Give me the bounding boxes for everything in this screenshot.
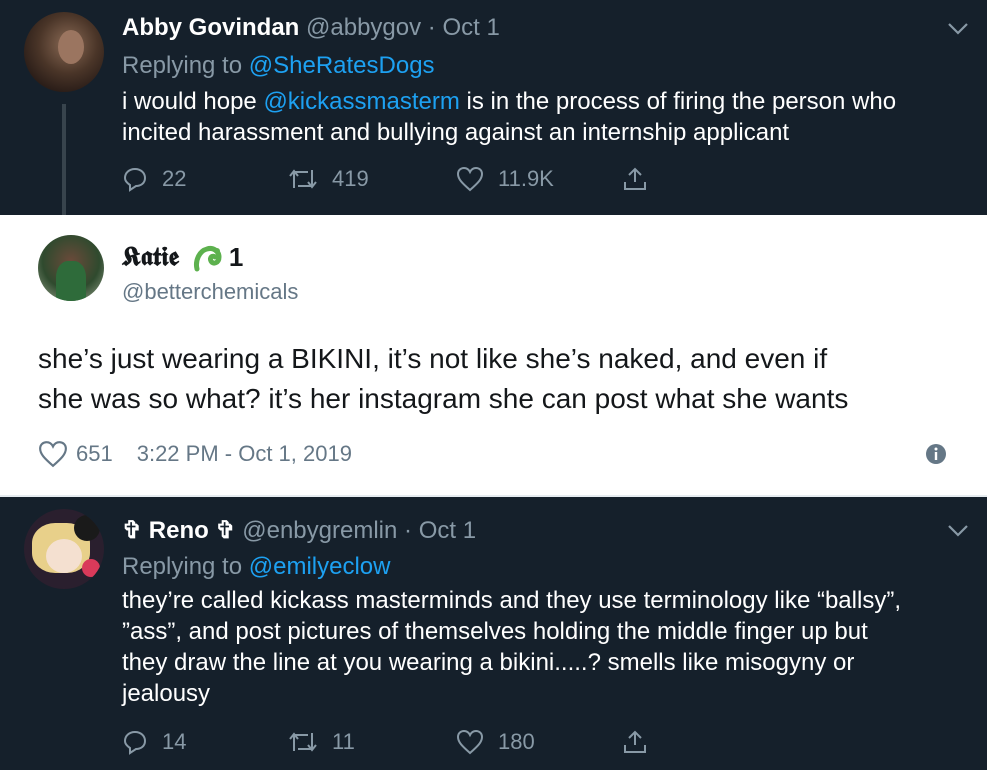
- body-mention[interactable]: @kickassmasterm: [263, 88, 459, 115]
- retweet-action[interactable]: 11: [288, 729, 355, 755]
- separator: ·: [404, 517, 413, 544]
- body-text: i would hope: [122, 88, 264, 115]
- tweet-date[interactable]: Oct 1: [442, 14, 499, 41]
- reply-count: 22: [162, 166, 187, 191]
- body-text: they’re called kickass masterminds and t…: [122, 587, 901, 614]
- body-text: incited harassment and bullying against …: [122, 119, 790, 146]
- reply-icon: [123, 730, 147, 755]
- body-text: is in the process of firing the person w…: [459, 88, 897, 115]
- reply-action[interactable]: 14: [122, 729, 186, 755]
- separator: ·: [427, 14, 436, 41]
- timestamp[interactable]: 3:22 PM - Oct 1, 2019: [137, 441, 352, 467]
- body-text: jealousy: [122, 680, 211, 707]
- retweet-count: 11: [332, 729, 355, 754]
- badge-number: 1: [228, 241, 244, 272]
- replying-to-mention[interactable]: @emilyeclow: [249, 553, 391, 580]
- avatar-reno[interactable]: [24, 509, 104, 589]
- display-name[interactable]: ✞ Reno ✞: [122, 517, 236, 544]
- handle[interactable]: @abbygov: [306, 14, 421, 41]
- chevron-down-icon[interactable]: [947, 22, 969, 36]
- like-action[interactable]: 180: [456, 729, 535, 755]
- display-name[interactable]: 𝕶𝖆𝖙𝖎𝖊: [122, 242, 179, 273]
- tweet-header: 𝕶𝖆𝖙𝖎𝖊 1: [122, 241, 243, 273]
- tweet-header: ✞ Reno ✞ @enbygremlin · Oct 1: [122, 516, 476, 545]
- tweet-katie: 𝕶𝖆𝖙𝖎𝖊 1 @betterchemicals she’s just wear…: [0, 215, 987, 497]
- retweet-icon: [289, 169, 317, 189]
- replying-to-mention[interactable]: @SheRatesDogs: [249, 52, 435, 79]
- body-text: they draw the line at you wearing a biki…: [122, 649, 855, 676]
- share-icon[interactable]: [622, 729, 648, 755]
- body-text: she’s just wearing a BIKINI, it’s not li…: [38, 343, 828, 374]
- handle[interactable]: @betterchemicals: [122, 279, 298, 305]
- tweet-body: they’re called kickass masterminds and t…: [122, 585, 901, 709]
- tweet-body: i would hope @kickassmasterm is in the p…: [122, 86, 896, 148]
- tweet-footer: 651 3:22 PM - Oct 1, 2019: [38, 440, 352, 468]
- like-icon: [456, 166, 484, 192]
- replying-to-label: Replying to: [122, 52, 243, 79]
- tweet-abby: Abby Govindan @abbygov · Oct 1 Replying …: [0, 0, 987, 215]
- body-text: ”ass”, and post pictures of themselves h…: [122, 618, 868, 645]
- chevron-down-icon[interactable]: [947, 524, 969, 538]
- replying-to: Replying to @SheRatesDogs: [122, 52, 435, 80]
- replying-to: Replying to @emilyeclow: [122, 553, 390, 581]
- info-icon[interactable]: [925, 443, 947, 465]
- share-icon[interactable]: [622, 166, 648, 192]
- display-name[interactable]: Abby Govindan: [122, 14, 299, 41]
- reply-icon: [123, 167, 147, 192]
- snake-emoji-icon: [193, 246, 222, 272]
- like-count: 651: [76, 441, 113, 466]
- tweet-reno: ✞ Reno ✞ @enbygremlin · Oct 1 Replying t…: [0, 497, 987, 770]
- replying-to-label: Replying to: [122, 553, 243, 580]
- thread-line: [62, 104, 66, 215]
- tweet-date[interactable]: Oct 1: [419, 517, 476, 544]
- reply-action[interactable]: 22: [122, 166, 186, 192]
- reply-count: 14: [162, 729, 187, 754]
- like-icon: [456, 729, 484, 755]
- avatar-abby[interactable]: [24, 12, 104, 92]
- retweet-action[interactable]: 419: [288, 166, 369, 192]
- avatar-katie[interactable]: [38, 235, 104, 301]
- heart-outline-icon[interactable]: [38, 440, 68, 468]
- body-text: she was so what? it’s her instagram she …: [38, 383, 849, 414]
- retweet-icon: [289, 732, 317, 752]
- like-action[interactable]: 11.9K: [456, 166, 554, 192]
- tweet-body: she’s just wearing a BIKINI, it’s not li…: [38, 339, 848, 419]
- handle[interactable]: @enbygremlin: [242, 517, 397, 544]
- like-count: 180: [498, 729, 535, 754]
- retweet-count: 419: [332, 166, 369, 191]
- tweet-header: Abby Govindan @abbygov · Oct 1: [122, 14, 500, 42]
- like-count: 11.9K: [498, 166, 554, 191]
